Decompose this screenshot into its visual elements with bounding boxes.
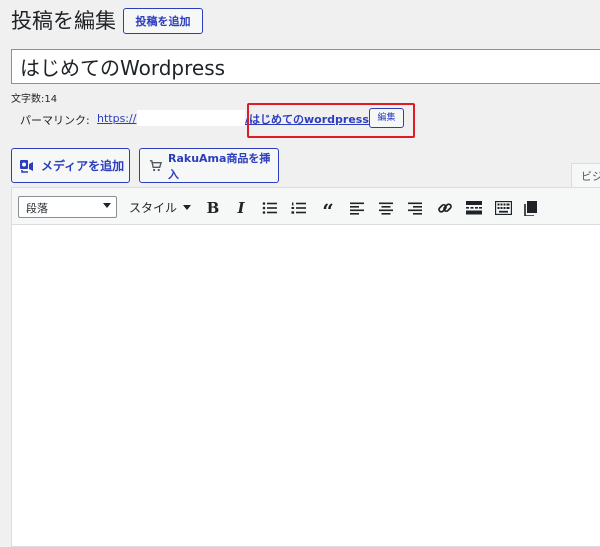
align-right-icon[interactable] [406,199,424,217]
read-more-icon[interactable] [465,199,483,217]
permalink-label: パーマリンク: [20,114,90,127]
word-count: 文字数:14 [11,94,58,105]
align-center-icon[interactable] [377,199,395,217]
rakuama-label: RakuAma商品を挿入 [168,151,271,181]
blockquote-icon[interactable]: “ [319,199,337,221]
highlight-annotation [247,103,415,138]
add-new-post-button[interactable]: 投稿を追加 [123,8,203,34]
bullet-list-icon[interactable] [261,199,279,217]
chevron-down-icon [183,205,191,210]
add-media-button[interactable]: メディアを追加 [11,148,130,183]
toolbar-toggle-icon[interactable] [494,199,512,217]
page-title: 投稿を編集 [11,9,116,33]
paste-icon[interactable] [522,199,540,217]
permalink-url-prefix[interactable]: https:// [97,112,136,125]
media-icon [19,158,35,174]
add-media-label: メディアを追加 [41,159,125,173]
numbered-list-icon[interactable] [290,199,308,217]
post-title-input[interactable] [11,49,600,84]
style-menu[interactable]: スタイル [129,199,177,216]
editor-content-area[interactable] [12,226,600,541]
bold-icon[interactable]: B [204,199,222,217]
tab-visual[interactable]: ビジ [571,163,600,187]
redacted-domain [137,110,245,126]
link-icon[interactable] [436,199,454,217]
italic-icon[interactable]: I [232,199,250,217]
rakuama-insert-button[interactable]: RakuAma商品を挿入 [139,148,279,183]
align-left-icon[interactable] [348,199,366,217]
chevron-down-icon [103,203,111,208]
cart-icon [149,159,162,172]
